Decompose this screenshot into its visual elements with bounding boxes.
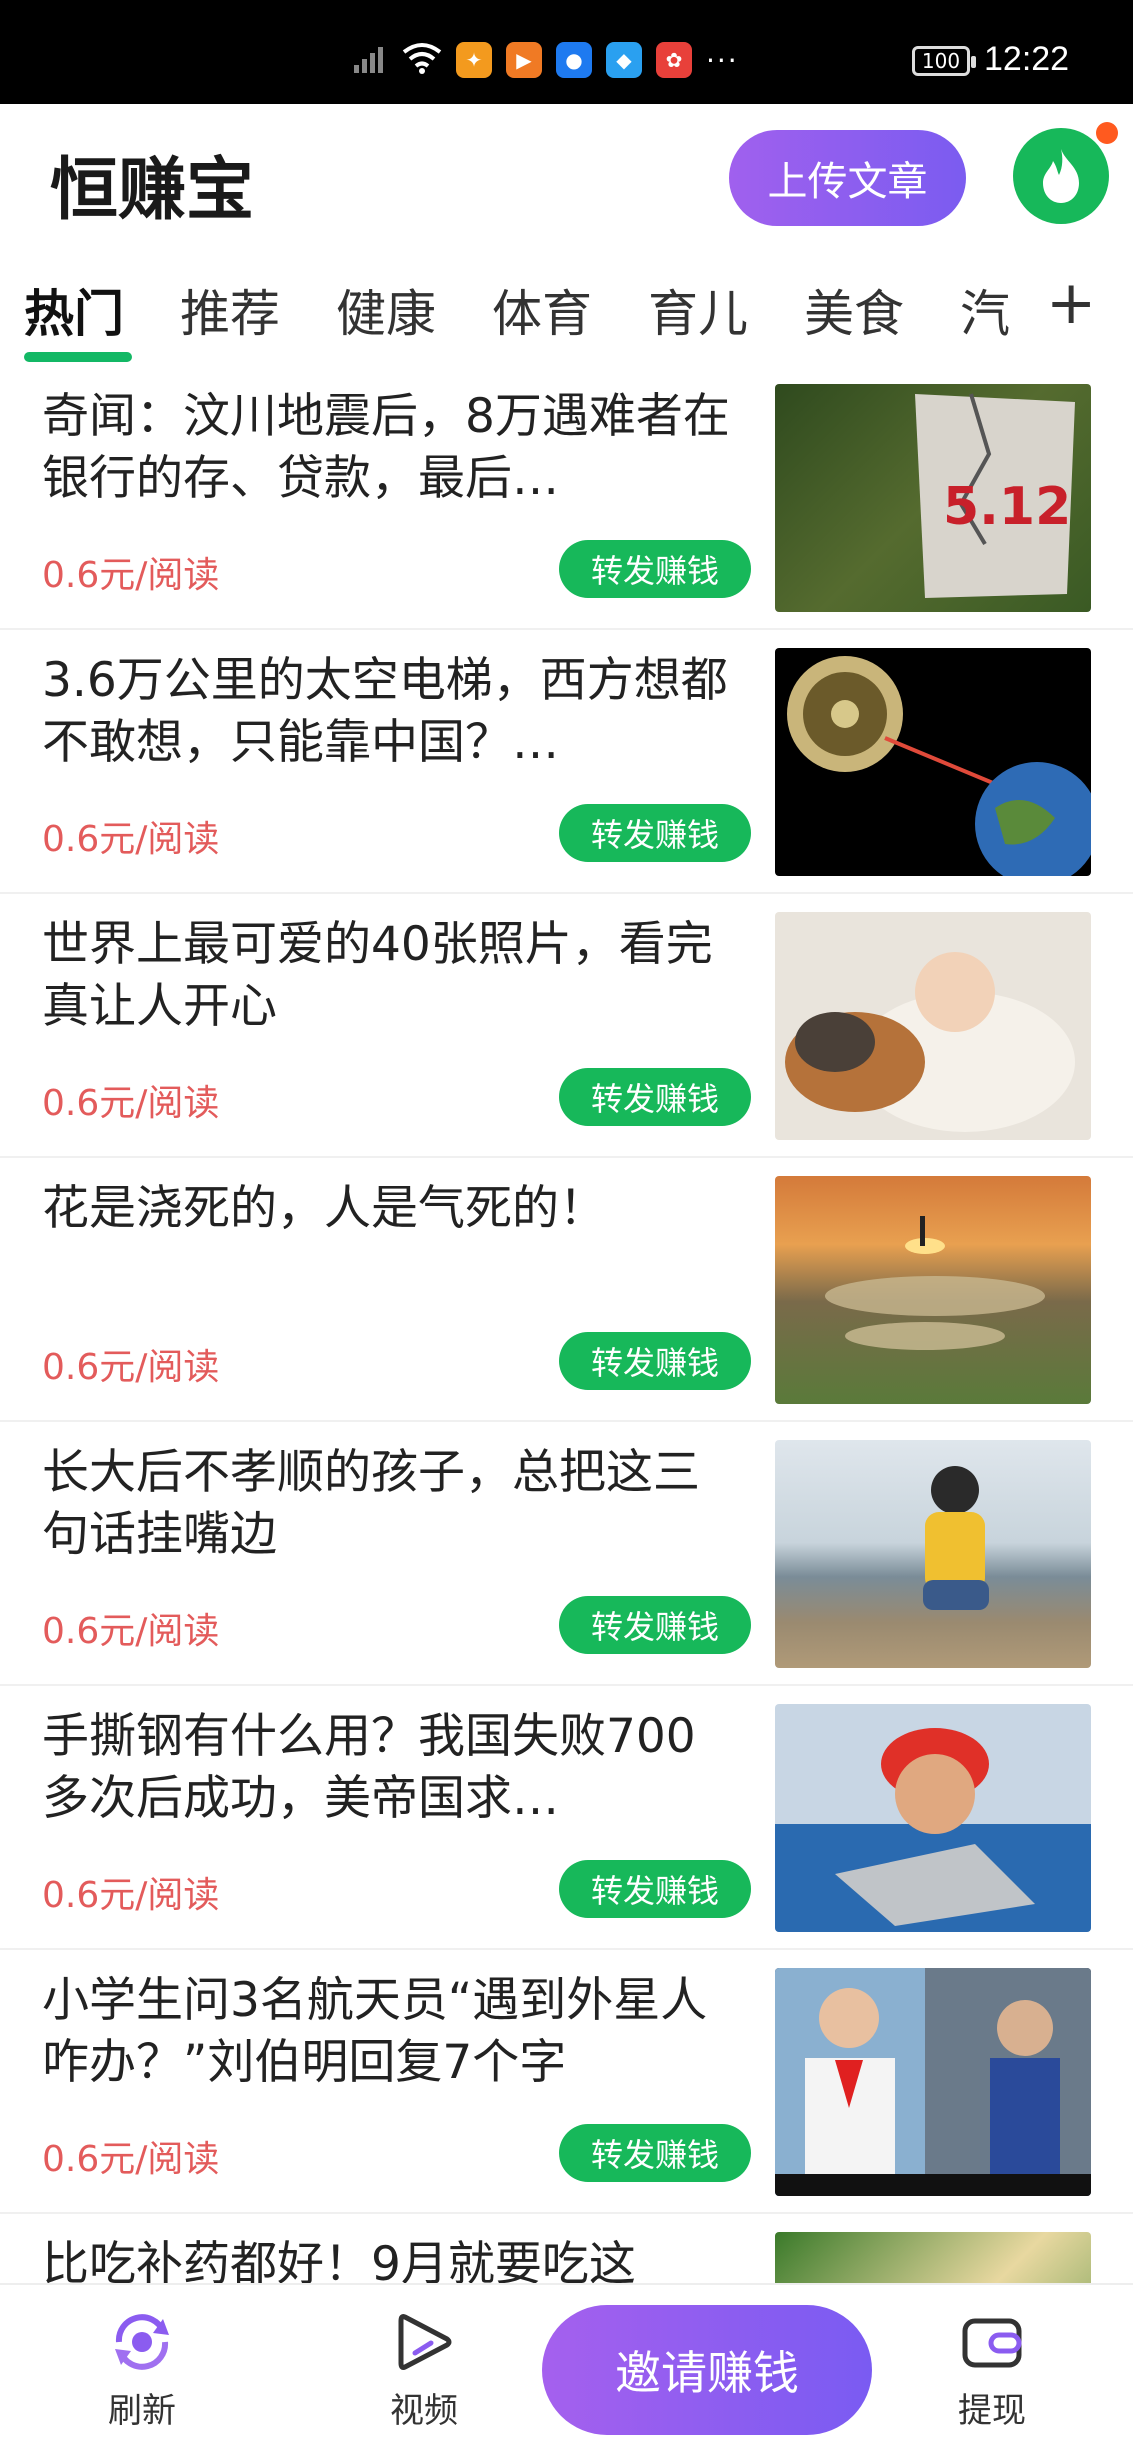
- article-price: 0.6元/阅读: [42, 1611, 220, 1652]
- share-earn-button[interactable]: 转发赚钱: [559, 540, 751, 598]
- article-thumbnail[interactable]: [775, 1176, 1091, 1404]
- tab-sports[interactable]: 体育: [492, 274, 592, 346]
- nav-video[interactable]: 视频: [364, 2307, 484, 2432]
- more-notifications-icon: ···: [706, 43, 739, 77]
- status-icons: ✦ ▶ ● ◆ ✿ ···: [352, 38, 739, 82]
- bulb-app-icon: ●: [556, 42, 592, 78]
- article-thumbnail[interactable]: [775, 1968, 1091, 2196]
- invite-earn-button[interactable]: 邀请赚钱: [542, 2305, 872, 2435]
- video-play-icon: [389, 2307, 459, 2377]
- wifi-icon: [402, 42, 442, 78]
- article-price: 0.6元/阅读: [42, 555, 220, 596]
- article-item[interactable]: 小学生问3名航天员“遇到外星人咋办？”刘伯明回复7个字 0.6元/阅读 转发赚钱: [0, 1950, 1133, 2214]
- category-tabs: 热门 推荐 健康 体育 育儿 美食 汽 +: [0, 254, 1133, 366]
- share-earn-button[interactable]: 转发赚钱: [559, 1860, 751, 1918]
- notification-dot: [1096, 122, 1118, 144]
- running-app-icon: ✦: [456, 42, 492, 78]
- app-title: 恒赚宝: [50, 151, 255, 230]
- article-title[interactable]: 小学生问3名航天员“遇到外星人咋办？”刘伯明回复7个字: [42, 1970, 742, 2094]
- article-title[interactable]: 3.6万公里的太空电梯，西方想都不敢想，只能靠中国？…: [42, 650, 742, 774]
- article-item[interactable]: 手撕钢有什么用？我国失败700多次后成功，美帝国求… 0.6元/阅读 转发赚钱: [0, 1686, 1133, 1950]
- article-item[interactable]: 奇闻：汶川地震后，8万遇难者在银行的存、贷款，最后… 0.6元/阅读 转发赚钱 …: [0, 366, 1133, 630]
- article-thumbnail[interactable]: [775, 648, 1091, 876]
- bottom-navigation: 刷新 视频 邀请赚钱 提现: [0, 2283, 1133, 2453]
- fire-icon: [1043, 149, 1079, 203]
- share-earn-button[interactable]: 转发赚钱: [559, 1332, 751, 1390]
- nav-withdraw-label: 提现: [958, 2391, 1026, 2431]
- upload-article-button[interactable]: 上传文章: [729, 130, 966, 226]
- share-earn-button[interactable]: 转发赚钱: [559, 2124, 751, 2182]
- article-title[interactable]: 长大后不孝顺的孩子，总把这三句话挂嘴边: [42, 1442, 742, 1566]
- tab-hot[interactable]: 热门: [24, 274, 124, 346]
- nav-video-label: 视频: [390, 2391, 458, 2431]
- nav-withdraw[interactable]: 提现: [932, 2307, 1052, 2432]
- article-item[interactable]: 世界上最可爱的40张照片，看完真让人开心 0.6元/阅读 转发赚钱: [0, 894, 1133, 1158]
- active-tab-indicator: [24, 352, 132, 362]
- signal-icon: [352, 41, 388, 79]
- article-price: 0.6元/阅读: [42, 2139, 220, 2180]
- article-item[interactable]: 3.6万公里的太空电梯，西方想都不敢想，只能靠中国？… 0.6元/阅读 转发赚钱: [0, 630, 1133, 894]
- tab-food[interactable]: 美食: [804, 274, 904, 346]
- clock: 12:22: [984, 40, 1070, 78]
- article-thumbnail[interactable]: 5.12: [775, 384, 1091, 612]
- article-price: 0.6元/阅读: [42, 1083, 220, 1124]
- tab-auto[interactable]: 汽: [960, 274, 1010, 346]
- article-title[interactable]: 手撕钢有什么用？我国失败700多次后成功，美帝国求…: [42, 1706, 742, 1830]
- article-title[interactable]: 世界上最可爱的40张照片，看完真让人开心: [42, 914, 742, 1038]
- article-thumbnail[interactable]: [775, 912, 1091, 1140]
- thumbnail-text: 5.12: [943, 477, 1071, 537]
- article-price: 0.6元/阅读: [42, 1347, 220, 1388]
- share-earn-button[interactable]: 转发赚钱: [559, 804, 751, 862]
- tab-recommend[interactable]: 推荐: [180, 274, 280, 346]
- share-earn-button[interactable]: 转发赚钱: [559, 1068, 751, 1126]
- article-thumbnail[interactable]: [775, 1440, 1091, 1668]
- play-app-icon: ▶: [506, 42, 542, 78]
- article-price: 0.6元/阅读: [42, 1875, 220, 1916]
- battery-indicator: 100: [912, 46, 976, 76]
- shield-app-icon: ◆: [606, 42, 642, 78]
- nav-refresh[interactable]: 刷新: [82, 2307, 202, 2432]
- article-price: 0.6元/阅读: [42, 819, 220, 860]
- nav-refresh-label: 刷新: [108, 2391, 176, 2431]
- status-bar: ✦ ▶ ● ◆ ✿ ··· 100 12:22: [0, 0, 1133, 104]
- article-title[interactable]: 奇闻：汶川地震后，8万遇难者在银行的存、贷款，最后…: [42, 386, 742, 510]
- article-item[interactable]: 长大后不孝顺的孩子，总把这三句话挂嘴边 0.6元/阅读 转发赚钱: [0, 1422, 1133, 1686]
- article-title[interactable]: 花是浇死的，人是气死的！: [42, 1178, 742, 1240]
- tab-health[interactable]: 健康: [336, 274, 436, 346]
- article-item[interactable]: 花是浇死的，人是气死的！ 0.6元/阅读 转发赚钱: [0, 1158, 1133, 1422]
- wallet-icon: [957, 2307, 1027, 2377]
- tab-parenting[interactable]: 育儿: [648, 274, 748, 346]
- article-thumbnail[interactable]: [775, 1704, 1091, 1932]
- header: 恒赚宝 上传文章: [0, 104, 1133, 254]
- hot-fire-button[interactable]: [1013, 128, 1109, 224]
- add-tab-icon[interactable]: +: [1046, 268, 1096, 338]
- colorful-app-icon: ✿: [656, 42, 692, 78]
- refresh-icon: [107, 2307, 177, 2377]
- share-earn-button[interactable]: 转发赚钱: [559, 1596, 751, 1654]
